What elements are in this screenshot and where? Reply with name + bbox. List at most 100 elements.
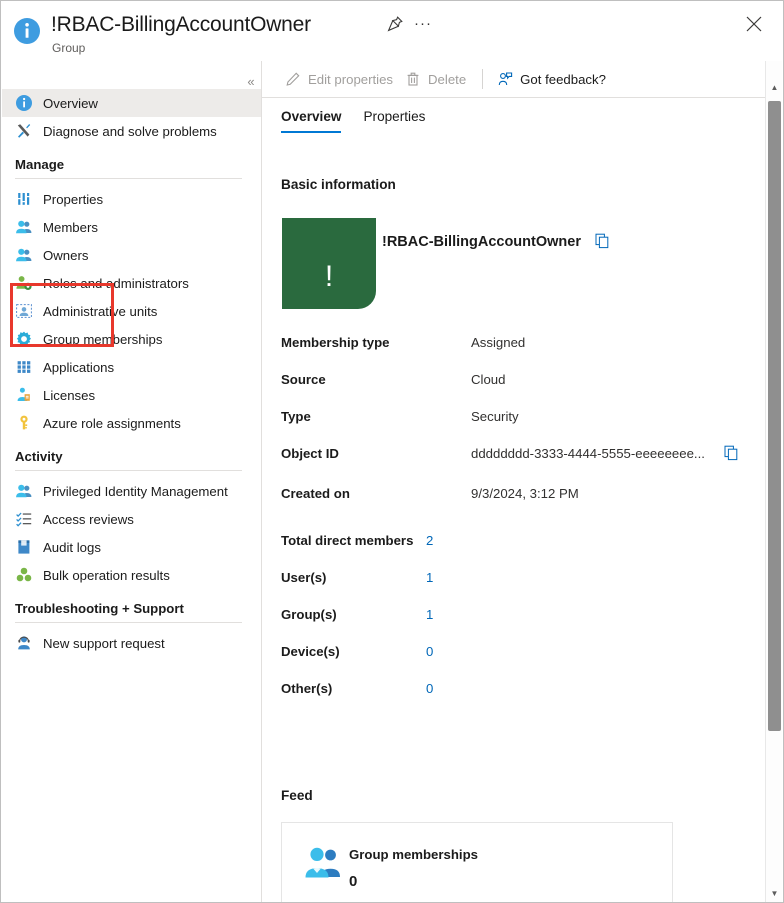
property-value: Security: [471, 409, 519, 424]
close-icon[interactable]: [743, 13, 765, 35]
sidebar-item-audit-logs[interactable]: Audit logs: [2, 533, 261, 561]
sidebar-item-applications[interactable]: Applications: [2, 353, 261, 381]
vertical-scrollbar[interactable]: ▲ ▼: [765, 61, 782, 902]
feed-card-title: Group memberships: [349, 847, 478, 862]
scroll-down-arrow-icon[interactable]: ▼: [766, 885, 783, 902]
group-avatar-tile: !: [282, 218, 376, 309]
sidebar-item-label: Access reviews: [43, 511, 134, 527]
tab-properties[interactable]: Properties: [363, 109, 425, 133]
sidebar-item-privileged-identity-management[interactable]: Privileged Identity Management: [2, 477, 261, 505]
sidebar-item-licenses[interactable]: Licenses: [2, 381, 261, 409]
nav-list: Overview Diagnose and solve problems Man…: [2, 89, 261, 657]
sidebar-item-label: Privileged Identity Management: [43, 483, 228, 499]
sidebar-item-label: Overview: [43, 95, 98, 111]
nav-divider: [15, 622, 242, 623]
sidebar-item-new-support-request[interactable]: New support request: [2, 629, 261, 657]
more-options-button[interactable]: ···: [413, 14, 433, 34]
sidebar-item-group-memberships[interactable]: Group memberships: [2, 325, 261, 353]
nav-section-header-activity: Activity: [15, 449, 63, 464]
property-value: Cloud: [471, 372, 506, 387]
group-display-name: !RBAC-BillingAccountOwner: [382, 234, 581, 250]
role-person-gear-icon: [15, 274, 33, 292]
count-row-groups: Group(s) 1: [281, 607, 751, 625]
book-icon: [15, 538, 33, 556]
sidebar-item-label: Members: [43, 219, 98, 235]
applications-grid-icon: [15, 358, 33, 376]
property-key: Type: [281, 409, 311, 424]
tab-bar: Overview Properties: [281, 109, 425, 133]
wrench-screwdriver-icon: [15, 122, 33, 140]
delete-button[interactable]: Delete: [401, 64, 474, 94]
count-value[interactable]: 1: [426, 570, 433, 585]
info-icon: [13, 17, 41, 45]
property-key: Created on: [281, 486, 350, 501]
sidebar-item-roles-and-administrators[interactable]: Roles and administrators: [2, 269, 261, 297]
count-value[interactable]: 0: [426, 681, 433, 696]
sidebar-item-overview[interactable]: Overview: [2, 89, 261, 117]
copy-icon[interactable]: [595, 233, 610, 249]
sidebar-item-label: Bulk operation results: [43, 567, 170, 583]
pim-people-icon: [15, 482, 33, 500]
sidebar-item-access-reviews[interactable]: Access reviews: [2, 505, 261, 533]
support-person-icon: [15, 634, 33, 652]
group-memberships-people-icon: [304, 846, 342, 880]
feed-heading: Feed: [281, 788, 313, 803]
property-key: Membership type: [281, 335, 390, 350]
nav-divider: [15, 470, 242, 471]
scroll-up-arrow-icon[interactable]: ▲: [766, 79, 783, 96]
sidebar-item-members[interactable]: Members: [2, 213, 261, 241]
sidebar-item-properties[interactable]: Properties: [2, 185, 261, 213]
sidebar-item-label: Administrative units: [43, 303, 158, 319]
sidebar-item-diagnose-and-solve-problems[interactable]: Diagnose and solve problems: [2, 117, 261, 145]
left-navigation: « Overview Diagnose and solve problems M…: [2, 61, 262, 902]
feed-card-count: 0: [349, 873, 358, 890]
sidebar-item-label: Owners: [43, 247, 89, 263]
got-feedback-button[interactable]: Got feedback?: [493, 64, 614, 94]
sidebar-item-owners[interactable]: Owners: [2, 241, 261, 269]
main-content: Edit properties Delete Got feedback? Ove…: [262, 61, 766, 902]
sidebar-item-label: Group memberships: [43, 331, 163, 347]
sidebar-item-label: Applications: [43, 359, 115, 375]
scrollbar-thumb[interactable]: [768, 101, 781, 731]
property-row-object-id: Object ID dddddddd-3333-4444-5555-eeeeee…: [281, 446, 751, 464]
sidebar-item-bulk-operation-results[interactable]: Bulk operation results: [2, 561, 261, 589]
key-icon: [15, 414, 33, 432]
page-subtitle: Group: [52, 41, 86, 55]
edit-properties-button[interactable]: Edit properties: [281, 64, 401, 94]
page-title: !RBAC-BillingAccountOwner: [51, 13, 311, 36]
got-feedback-label: Got feedback?: [520, 71, 606, 87]
pencil-icon: [285, 71, 301, 87]
sidebar-item-label: Licenses: [43, 387, 96, 403]
sidebar-item-label: Azure role assignments: [43, 415, 181, 431]
members-people-icon: [15, 218, 33, 236]
nav-section-header-manage: Manage: [15, 157, 65, 172]
property-row-type: Type Security: [281, 409, 751, 427]
property-row-membership-type: Membership type Assigned: [281, 335, 751, 353]
delete-label: Delete: [428, 71, 467, 87]
property-value: dddddddd-3333-4444-5555-eeeeeeee...: [471, 446, 705, 461]
gear-icon: [15, 330, 33, 348]
toolbar-separator: [482, 69, 484, 89]
count-key: Other(s): [281, 681, 333, 696]
copy-icon[interactable]: [724, 445, 739, 461]
sidebar-item-label: Roles and administrators: [43, 275, 189, 291]
property-value: Assigned: [471, 335, 526, 350]
pin-icon[interactable]: [385, 14, 405, 34]
feed-card-group-memberships[interactable]: Group memberships 0 View group membershi…: [281, 822, 673, 902]
sidebar-item-administrative-units[interactable]: Administrative units: [2, 297, 261, 325]
sidebar-item-label: Diagnose and solve problems: [43, 123, 217, 139]
edit-properties-label: Edit properties: [308, 71, 394, 87]
basic-information-heading: Basic information: [281, 177, 396, 192]
sidebar-item-azure-role-assignments[interactable]: Azure role assignments: [2, 409, 261, 437]
tab-overview[interactable]: Overview: [281, 109, 342, 133]
nav-section-header-troubleshooting-support: Troubleshooting + Support: [15, 601, 184, 616]
count-key: Device(s): [281, 644, 340, 659]
count-value[interactable]: 0: [426, 644, 433, 659]
count-value[interactable]: 1: [426, 607, 433, 622]
count-value[interactable]: 2: [426, 533, 433, 548]
sidebar-item-label: Audit logs: [43, 539, 101, 555]
count-row-devices: Device(s) 0: [281, 644, 751, 662]
property-key: Object ID: [281, 446, 339, 461]
checklist-icon: [15, 510, 33, 528]
count-row-others: Other(s) 0: [281, 681, 751, 699]
